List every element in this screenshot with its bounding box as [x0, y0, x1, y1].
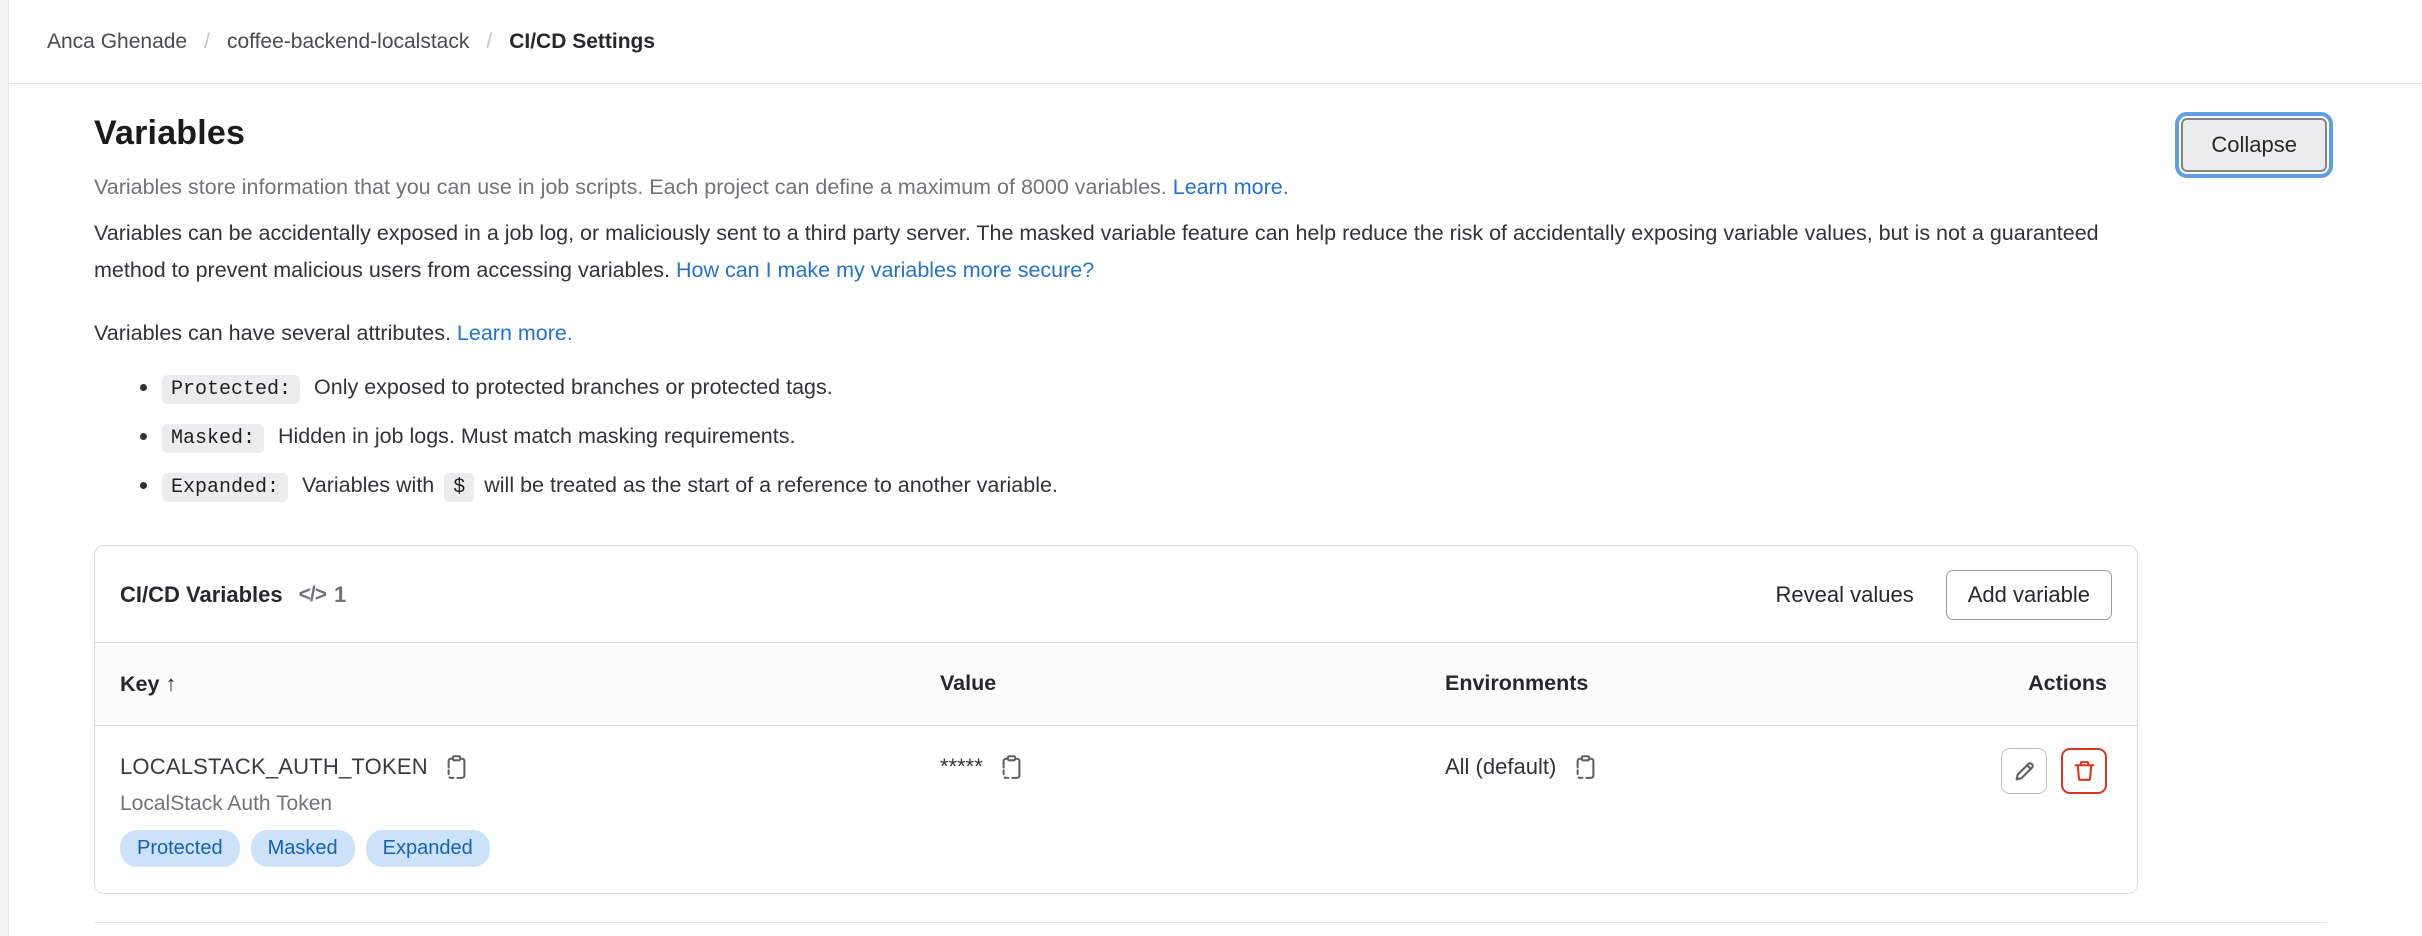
variables-table: Key↑ Value Environments Actions LOCALSTA…	[95, 642, 2137, 893]
variables-section-header: Variables Variables store information th…	[94, 114, 2327, 289]
expanded-code-chip: Expanded:	[162, 473, 288, 502]
card-header-actions: Reveal values Add variable	[1770, 570, 2113, 620]
delete-variable-button[interactable]	[2061, 748, 2107, 794]
attributes-intro-text: Variables can have several attributes.	[94, 321, 451, 345]
badge-row: Protected Masked Expanded	[120, 830, 890, 867]
column-header-actions: Actions	[1940, 643, 2137, 725]
table-header-row: Key↑ Value Environments Actions	[95, 642, 2137, 726]
breadcrumb-separator: /	[204, 30, 210, 54]
value-cell: *****	[915, 740, 1420, 867]
value-line: *****	[940, 752, 1395, 782]
dollar-code-chip: $	[444, 473, 474, 502]
variables-warning-text: Variables can be accidentally exposed in…	[94, 215, 2174, 289]
collapse-button[interactable]: Collapse	[2181, 118, 2327, 172]
trash-icon	[2072, 759, 2097, 784]
protected-description: Only exposed to protected branches or pr…	[314, 375, 833, 399]
key-line: LOCALSTACK_AUTH_TOKEN	[120, 752, 890, 782]
environments-line: All (default)	[1445, 752, 1915, 782]
copy-icon	[443, 754, 470, 781]
key-cell: LOCALSTACK_AUTH_TOKEN LocalStack Auth To…	[95, 740, 915, 867]
variable-description: LocalStack Auth Token	[120, 792, 890, 816]
collapse-button-wrap: Collapse	[2181, 118, 2327, 172]
reveal-values-button[interactable]: Reveal values	[1770, 572, 1920, 618]
actions-cell	[1940, 740, 2137, 867]
column-header-key[interactable]: Key↑	[95, 643, 915, 725]
variable-key: LOCALSTACK_AUTH_TOKEN	[120, 754, 428, 780]
settings-content: Variables Variables store information th…	[94, 114, 2327, 923]
attributes-learn-more-link[interactable]: Learn more.	[457, 321, 573, 345]
masked-code-chip: Masked:	[162, 424, 264, 453]
edit-variable-button[interactable]	[2001, 748, 2047, 794]
section-divider	[94, 922, 2327, 923]
attributes-intro: Variables can have several attributes. L…	[94, 321, 2327, 346]
copy-icon	[998, 754, 1025, 781]
page-title: Variables	[94, 114, 2174, 153]
masked-description: Hidden in job logs. Must match masking r…	[278, 424, 795, 448]
variable-environments: All (default)	[1445, 754, 1556, 780]
badge-masked: Masked	[251, 830, 355, 867]
variable-count: 1	[334, 582, 346, 608]
environments-cell: All (default)	[1420, 740, 1940, 867]
breadcrumb-namespace[interactable]: Anca Ghenade	[47, 30, 187, 54]
copy-value-button[interactable]	[997, 752, 1027, 782]
warning-text: Variables can be accidentally exposed in…	[94, 221, 2099, 282]
breadcrumb-separator: /	[486, 30, 492, 54]
copy-icon	[1572, 754, 1599, 781]
intro-text: Variables store information that you can…	[94, 175, 1167, 199]
breadcrumb: Anca Ghenade / coffee-backend-localstack…	[47, 30, 655, 54]
attributes-list: Protected: Only exposed to protected bra…	[94, 372, 2327, 503]
cicd-variables-card: CI/CD Variables </> 1 Reveal values Add …	[94, 545, 2138, 894]
column-header-value: Value	[915, 643, 1420, 725]
card-header: CI/CD Variables </> 1 Reveal values Add …	[95, 546, 2137, 642]
copy-key-button[interactable]	[442, 752, 472, 782]
attribute-item-protected: Protected: Only exposed to protected bra…	[140, 372, 2327, 405]
breadcrumb-bar: Anca Ghenade / coffee-backend-localstack…	[0, 0, 2422, 84]
breadcrumb-project[interactable]: coffee-backend-localstack	[227, 30, 469, 54]
card-title: CI/CD Variables	[120, 582, 283, 608]
variable-masked-value: *****	[940, 754, 983, 780]
protected-code-chip: Protected:	[162, 375, 300, 404]
variables-section-text: Variables Variables store information th…	[94, 114, 2174, 289]
sort-ascending-icon: ↑	[165, 671, 176, 696]
column-header-environments: Environments	[1420, 643, 1940, 725]
key-header-label: Key	[120, 672, 159, 696]
learn-more-link[interactable]: Learn more.	[1173, 175, 1289, 199]
add-variable-button[interactable]: Add variable	[1946, 570, 2112, 620]
breadcrumb-current-page: CI/CD Settings	[509, 30, 655, 54]
expanded-description-before: Variables with	[302, 473, 434, 497]
badge-expanded: Expanded	[366, 830, 490, 867]
pencil-icon	[2012, 759, 2037, 784]
secure-variables-link[interactable]: How can I make my variables more secure?	[676, 258, 1094, 282]
variables-intro-text: Variables store information that you can…	[94, 169, 2174, 205]
badge-protected: Protected	[120, 830, 240, 867]
expanded-description-after: will be treated as the start of a refere…	[484, 473, 1058, 497]
attribute-item-masked: Masked: Hidden in job logs. Must match m…	[140, 421, 2327, 454]
copy-environments-button[interactable]	[1570, 752, 1600, 782]
attribute-item-expanded: Expanded: Variables with $ will be treat…	[140, 470, 2327, 503]
code-icon: </>	[299, 583, 326, 607]
table-row: LOCALSTACK_AUTH_TOKEN LocalStack Auth To…	[95, 726, 2137, 893]
sidebar-edge	[0, 0, 9, 936]
